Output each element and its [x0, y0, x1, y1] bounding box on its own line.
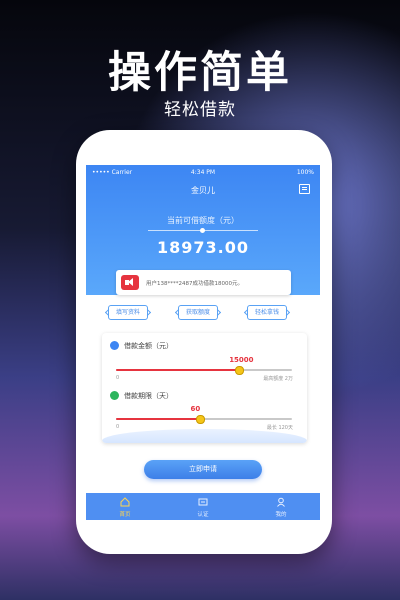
loan-amount-label: 借款金额（元） — [124, 342, 173, 350]
app-title: 金贝儿 — [191, 186, 215, 195]
bottom-tab-bar: 首页 认证 我的 — [86, 493, 320, 520]
battery-label: 100% — [296, 169, 314, 176]
loan-amount-min: 0 — [116, 375, 120, 381]
tab-certify-label: 认证 — [197, 512, 209, 518]
speaker-icon — [121, 275, 139, 290]
tab-mine[interactable]: 我的 — [242, 493, 320, 520]
loan-amount-max: 最高额度 2万 — [263, 376, 293, 382]
step-chip-get-limit[interactable]: 获取额度 — [178, 305, 219, 320]
available-amount: 18973.00 — [156, 238, 249, 257]
apply-button[interactable]: 立即申请 — [144, 460, 262, 479]
step-chip-get-money[interactable]: 轻松拿钱 — [247, 305, 288, 320]
home-icon — [120, 497, 130, 507]
app-screen: ••••• Carrier 4:34 PM 100% 金贝儿 当前可借额度（元）… — [86, 165, 320, 520]
loan-term-label: 借款期限（天） — [124, 392, 173, 400]
amount-icon — [110, 341, 119, 350]
announcement-bar[interactable]: 用户138****2487成功借款18000元。 — [116, 270, 291, 295]
steps-row: 填写资料 获取额度 轻松拿钱 — [86, 305, 320, 325]
loan-term-slider-fill — [116, 418, 201, 420]
tab-mine-label: 我的 — [275, 512, 287, 518]
loan-calculator-card: 借款金额（元） 15000 0 最高额度 2万 借款期限（天） 60 0 最长 … — [102, 333, 307, 443]
message-icon[interactable] — [299, 184, 310, 194]
loan-term-max: 最长 120天 — [266, 425, 293, 431]
user-icon — [277, 497, 285, 507]
loan-amount-slider[interactable] — [116, 366, 292, 375]
tab-home[interactable]: 首页 — [86, 493, 164, 520]
card-wave-decoration — [102, 429, 307, 443]
tab-certify[interactable]: 认证 — [164, 493, 242, 520]
loan-term-slider[interactable] — [116, 415, 292, 424]
status-time: 4:34 PM — [190, 169, 216, 176]
promo-headline: 操作简单 — [108, 48, 292, 98]
promo-subline: 轻松借款 — [164, 100, 236, 120]
tab-home-label: 首页 — [119, 512, 131, 518]
loan-term-slider-thumb[interactable] — [196, 415, 206, 424]
loan-term-value: 60 — [190, 405, 201, 413]
step-chip-fill-info[interactable]: 填写资料 — [108, 305, 149, 320]
loan-amount-value: 15000 — [229, 356, 254, 364]
status-bar: ••••• Carrier 4:34 PM 100% — [86, 165, 320, 179]
loan-amount-slider-fill — [116, 369, 240, 371]
divider-dot — [200, 228, 205, 233]
announcement-text: 用户138****2487成功借款18000元。 — [146, 281, 243, 287]
available-amount-label: 当前可借额度（元） — [167, 216, 239, 225]
loan-term-min: 0 — [116, 424, 120, 430]
term-icon — [110, 391, 119, 400]
loan-amount-slider-thumb[interactable] — [235, 366, 245, 375]
certify-icon — [198, 498, 208, 506]
